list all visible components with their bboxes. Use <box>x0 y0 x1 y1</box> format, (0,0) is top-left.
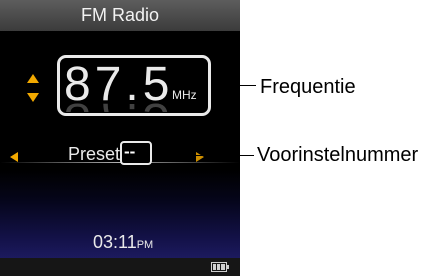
title-bar: FM Radio <box>0 0 240 31</box>
up-down-arrows-icon[interactable] <box>27 74 39 102</box>
frequency-callout-line <box>211 85 256 86</box>
right-arrow-icon[interactable] <box>196 152 204 162</box>
clock-time: 03:11 <box>93 232 137 252</box>
preset-number[interactable]: -- <box>124 142 135 162</box>
preset-callout-label: Voorinstelnummer <box>257 144 419 166</box>
screen-title: FM Radio <box>80 5 160 25</box>
frequency-callout-label: Frequentie <box>260 76 356 98</box>
fm-radio-screen: FM Radio 87.5 MHz 87.5 Preset -- 03:11PM <box>0 0 240 276</box>
clock: 03:11PM <box>93 232 153 255</box>
status-bar <box>0 258 240 276</box>
frequency-reflection: 87.5 <box>64 94 204 112</box>
clock-ampm: PM <box>136 239 154 251</box>
frequency-reflection-text: 87.5 <box>64 94 204 112</box>
preset-label: Preset <box>68 144 121 164</box>
battery-icon <box>211 262 229 272</box>
left-arrow-icon[interactable] <box>10 152 18 162</box>
preset-callout-line <box>152 155 254 156</box>
